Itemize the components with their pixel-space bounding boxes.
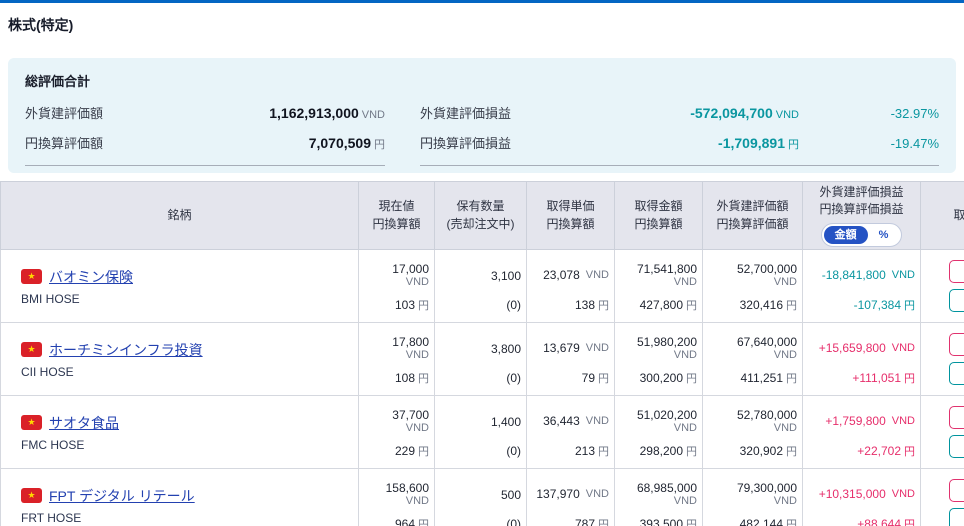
buy-button[interactable]: 現買 [949, 479, 964, 502]
cell-cost-amount: 71,541,800VND 427,800円 [615, 250, 703, 323]
vnd-unit: VND [776, 109, 799, 121]
header-current-price: 現在値円換算額 [359, 182, 435, 250]
header-quantity: 保有数量(売却注文中) [435, 182, 527, 250]
cell-current-price: 17,000VND 103円 [359, 250, 435, 323]
vnd-unit: VND [362, 109, 385, 121]
stock-name-link[interactable]: サオタ食品 [49, 413, 119, 433]
total-valuation-panel: 総評価合計 外貨建評価額 1,162,913,000VND 円換算評価額 7,0… [8, 58, 956, 173]
cell-unit-cost: 137,970VND 787円 [527, 469, 615, 526]
cell-trade: 現買 現売 [921, 250, 964, 323]
vietnam-flag-icon: ★ [21, 342, 42, 357]
foreign-valuation-row: 外貨建評価額 1,162,913,000VND [25, 103, 385, 122]
summary-title: 総評価合計 [25, 71, 939, 90]
yen-pnl-value: -1,709,891円 [718, 135, 799, 152]
cell-cost-amount: 51,980,200VND 300,200円 [615, 323, 703, 396]
sell-button[interactable]: 現売 [949, 362, 964, 385]
cell-stock-name: ★ ホーチミンインフラ投資 CII HOSE [1, 323, 359, 396]
cell-quantity: 3,800 (0) [435, 323, 527, 396]
header-valuation: 外貨建評価額円換算評価額 [703, 182, 803, 250]
header-trade: 取引 [921, 182, 964, 250]
cell-pnl: +15,659,800VND +111,051円 [803, 323, 921, 396]
cell-valuation: 52,700,000VND 320,416円 [703, 250, 803, 323]
cell-pnl: +10,315,000VND +88,644円 [803, 469, 921, 526]
yen-valuation-value: 7,070,509円 [309, 135, 385, 152]
buy-button[interactable]: 現買 [949, 260, 964, 283]
vietnam-flag-icon: ★ [21, 415, 42, 430]
cell-quantity: 1,400 (0) [435, 396, 527, 469]
buy-button[interactable]: 現買 [949, 333, 964, 356]
foreign-valuation-label: 外貨建評価額 [25, 103, 103, 122]
header-name: 銘柄 [1, 182, 359, 250]
top-accent-bar [0, 0, 964, 3]
cell-current-price: 37,700VND 229円 [359, 396, 435, 469]
pnl-display-toggle: 金額 % [821, 223, 903, 247]
yen-valuation-row: 円換算評価額 7,070,509円 [25, 133, 385, 152]
table-row: ★ FPT デジタル リテール FRT HOSE 158,600VND 964円… [1, 469, 964, 526]
header-cost-amount: 取得金額円換算額 [615, 182, 703, 250]
stock-name-link[interactable]: バオミン保険 [49, 267, 133, 287]
cell-cost-amount: 68,985,000VND 393,500円 [615, 469, 703, 526]
cell-current-price: 17,800VND 108円 [359, 323, 435, 396]
cell-current-price: 158,600VND 964円 [359, 469, 435, 526]
cell-trade: 現買 現売 [921, 396, 964, 469]
yen-pnl-label: 円換算評価損益 [420, 133, 511, 152]
foreign-valuation-value: 1,162,913,000VND [269, 105, 385, 121]
cell-pnl: +1,759,800VND +22,702円 [803, 396, 921, 469]
cell-stock-name: ★ サオタ食品 FMC HOSE [1, 396, 359, 469]
foreign-pnl-label: 外貨建評価損益 [420, 103, 511, 122]
sell-button[interactable]: 現売 [949, 289, 964, 312]
toggle-percent[interactable]: % [868, 226, 900, 244]
sell-button[interactable]: 現売 [949, 435, 964, 458]
cell-valuation: 79,300,000VND 482,144円 [703, 469, 803, 526]
cell-unit-cost: 23,078VND 138円 [527, 250, 615, 323]
cell-cost-amount: 51,020,200VND 298,200円 [615, 396, 703, 469]
cell-stock-name: ★ バオミン保険 BMI HOSE [1, 250, 359, 323]
sell-button[interactable]: 現売 [949, 508, 964, 526]
cell-pnl: -18,841,800VND -107,384円 [803, 250, 921, 323]
vietnam-flag-icon: ★ [21, 269, 42, 284]
stock-ticker: FMC HOSE [21, 438, 352, 452]
cell-quantity: 3,100 (0) [435, 250, 527, 323]
page-title: 株式(特定) [8, 15, 964, 35]
foreign-pnl-value: -572,094,700VND [690, 105, 799, 121]
yen-pnl-percent: -19.47% [799, 136, 939, 151]
yen-valuation-label: 円換算評価額 [25, 133, 103, 152]
stock-ticker: CII HOSE [21, 365, 352, 379]
stock-ticker: BMI HOSE [21, 292, 352, 306]
cell-trade: 現買 現売 [921, 469, 964, 526]
header-unit-cost: 取得単価円換算額 [527, 182, 615, 250]
header-pnl: 外貨建評価損益円換算評価損益 金額 % [803, 182, 921, 250]
toggle-amount[interactable]: 金額 [824, 226, 868, 244]
yen-unit: 円 [374, 139, 385, 151]
stock-name-link[interactable]: FPT デジタル リテール [49, 486, 195, 506]
cell-unit-cost: 36,443VND 213円 [527, 396, 615, 469]
table-row: ★ サオタ食品 FMC HOSE 37,700VND 229円 1,400 (0… [1, 396, 964, 469]
table-row: ★ バオミン保険 BMI HOSE 17,000VND 103円 3,100 (… [1, 250, 964, 323]
table-row: ★ ホーチミンインフラ投資 CII HOSE 17,800VND 108円 3,… [1, 323, 964, 396]
cell-quantity: 500 (0) [435, 469, 527, 526]
cell-valuation: 67,640,000VND 411,251円 [703, 323, 803, 396]
portfolio-page: 株式(特定) 総評価合計 外貨建評価額 1,162,913,000VND 円換算… [0, 0, 964, 526]
valuation-group: 外貨建評価額 1,162,913,000VND 円換算評価額 7,070,509… [25, 92, 385, 166]
pnl-group: 外貨建評価損益 -572,094,700VND -32.97% 円換算評価損益 … [420, 92, 939, 166]
holdings-table: 銘柄 現在値円換算額 保有数量(売却注文中) 取得単価円換算額 取得金額円換算額… [0, 181, 964, 526]
buy-button[interactable]: 現買 [949, 406, 964, 429]
table-header-row: 銘柄 現在値円換算額 保有数量(売却注文中) 取得単価円換算額 取得金額円換算額… [1, 182, 964, 250]
foreign-pnl-percent: -32.97% [799, 106, 939, 121]
holdings-table-wrap: 銘柄 現在値円換算額 保有数量(売却注文中) 取得単価円換算額 取得金額円換算額… [0, 181, 964, 526]
cell-stock-name: ★ FPT デジタル リテール FRT HOSE [1, 469, 359, 526]
vietnam-flag-icon: ★ [21, 488, 42, 503]
cell-trade: 現買 現売 [921, 323, 964, 396]
cell-unit-cost: 13,679VND 79円 [527, 323, 615, 396]
stock-ticker: FRT HOSE [21, 511, 352, 525]
stock-name-link[interactable]: ホーチミンインフラ投資 [49, 340, 203, 360]
foreign-pnl-row: 外貨建評価損益 -572,094,700VND -32.97% [420, 103, 939, 122]
cell-valuation: 52,780,000VND 320,902円 [703, 396, 803, 469]
yen-pnl-row: 円換算評価損益 -1,709,891円 -19.47% [420, 133, 939, 152]
yen-unit: 円 [788, 139, 799, 151]
